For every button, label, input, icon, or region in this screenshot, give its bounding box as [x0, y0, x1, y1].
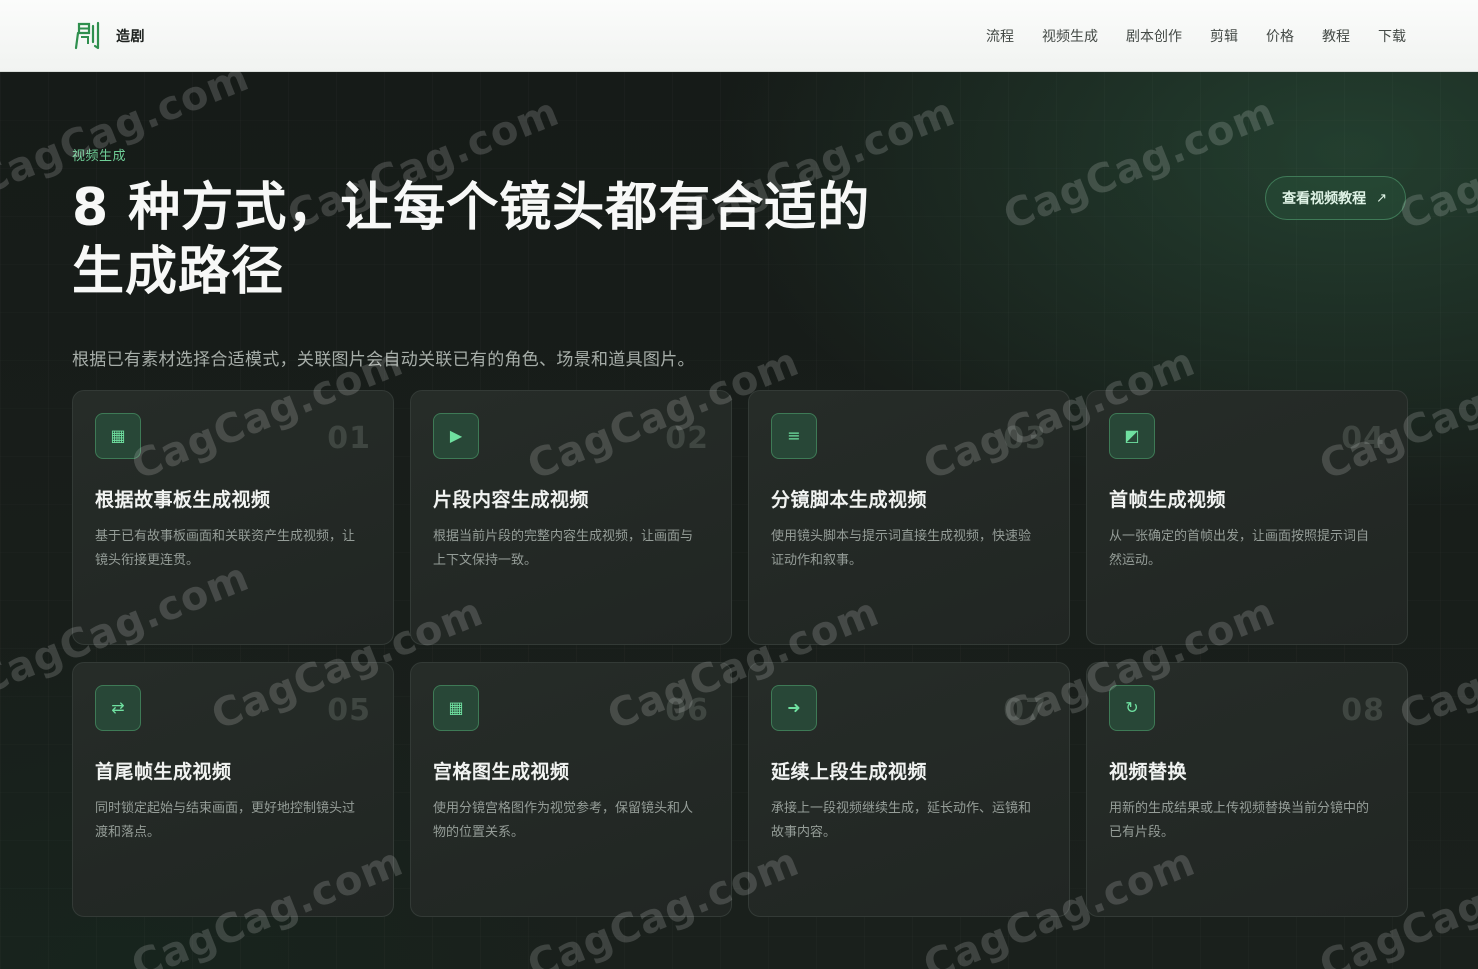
card-description: 用新的生成结果或上传视频替换当前分镜中的已有片段。 [1109, 801, 1370, 840]
play-icon: ▶ [433, 413, 479, 459]
card-number: 01 [327, 421, 371, 456]
arrow-up-right-icon: ↗ [1376, 190, 1387, 206]
card-title: 延续上段生成视频 [771, 761, 928, 783]
mode-card-first-frame[interactable]: ◩ 04 首帧生成视频 从一张确定的首帧出发，让画面按照提示词自然运动。 [1086, 390, 1408, 645]
mode-card-shot-script[interactable]: ≡ 03 分镜脚本生成视频 使用镜头脚本与提示词直接生成视频，快速验证动作和叙事… [748, 390, 1070, 645]
top-navbar: 造剧 流程 视频生成 剧本创作 剪辑 价格 教程 下载 [0, 0, 1478, 72]
card-number: 08 [1341, 693, 1385, 728]
nav-item-pricing[interactable]: 价格 [1266, 26, 1294, 46]
brand-name: 造剧 [116, 29, 145, 45]
first-frame-icon: ◩ [1109, 413, 1155, 459]
card-number: 02 [665, 421, 709, 456]
list-icon: ≡ [771, 413, 817, 459]
grid-icon: ▦ [433, 685, 479, 731]
card-title: 宫格图生成视频 [433, 761, 570, 783]
card-description: 从一张确定的首帧出发，让画面按照提示词自然运动。 [1109, 529, 1370, 568]
nav-item-video-generation[interactable]: 视频生成 [1042, 26, 1098, 46]
section-subtitle: 根据已有素材选择合适模式，关联图片会自动关联已有的角色、场景和道具图片。 [72, 350, 695, 370]
section-eyebrow: 视频生成 [72, 149, 127, 164]
card-description: 基于已有故事板画面和关联资产生成视频，让镜头衔接更连贯。 [95, 529, 356, 568]
card-title: 首帧生成视频 [1109, 489, 1227, 511]
card-title: 片段内容生成视频 [433, 489, 590, 511]
mode-card-first-last-frame[interactable]: ⇄ 05 首尾帧生成视频 同时锁定起始与结束画面，更好地控制镜头过渡和落点。 [72, 662, 394, 917]
storyboard-grid-icon: ▦ [95, 413, 141, 459]
card-description: 承接上一段视频继续生成，延长动作、运镜和故事内容。 [771, 801, 1032, 840]
refresh-icon: ↻ [1109, 685, 1155, 731]
card-number: 04 [1341, 421, 1385, 456]
view-tutorial-button[interactable]: 查看视频教程 ↗ [1265, 176, 1406, 220]
mode-card-segment-content[interactable]: ▶ 02 片段内容生成视频 根据当前片段的完整内容生成视频，让画面与上下文保持一… [410, 390, 732, 645]
card-description: 使用镜头脚本与提示词直接生成视频，快速验证动作和叙事。 [771, 529, 1032, 568]
nav-item-flow[interactable]: 流程 [986, 26, 1014, 46]
nav-item-script-writing[interactable]: 剧本创作 [1126, 26, 1182, 46]
nav-item-tutorial[interactable]: 教程 [1322, 26, 1350, 46]
mode-card-grid: ▦ 01 根据故事板生成视频 基于已有故事板画面和关联资产生成视频，让镜头衔接更… [72, 390, 1408, 917]
swap-arrows-icon: ⇄ [95, 685, 141, 731]
nav-item-download[interactable]: 下载 [1378, 26, 1406, 46]
mode-card-video-replace[interactable]: ↻ 08 视频替换 用新的生成结果或上传视频替换当前分镜中的已有片段。 [1086, 662, 1408, 917]
nav-links: 流程 视频生成 剧本创作 剪辑 价格 教程 下载 [986, 0, 1406, 72]
arrow-right-icon: ➜ [771, 685, 817, 731]
mode-card-continue-segment[interactable]: ➜ 07 延续上段生成视频 承接上一段视频继续生成，延长动作、运镜和故事内容。 [748, 662, 1070, 917]
card-title: 根据故事板生成视频 [95, 489, 271, 511]
card-title: 分镜脚本生成视频 [771, 489, 928, 511]
card-description: 根据当前片段的完整内容生成视频，让画面与上下文保持一致。 [433, 529, 694, 568]
view-tutorial-button-label: 查看视频教程 [1282, 191, 1367, 207]
card-description: 同时锁定起始与结束画面，更好地控制镜头过渡和落点。 [95, 801, 356, 840]
nav-item-editing[interactable]: 剪辑 [1210, 26, 1238, 46]
card-number: 03 [1003, 421, 1047, 456]
card-number: 06 [665, 693, 709, 728]
card-title: 视频替换 [1109, 761, 1188, 783]
card-number: 07 [1003, 693, 1047, 728]
video-generation-section: 视频生成 8 种方式，让每个镜头都有合适的 生成路径 根据已有素材选择合适模式，… [0, 72, 1478, 969]
brand-logo-icon [74, 21, 100, 50]
section-headline: 8 种方式，让每个镜头都有合适的 生成路径 [72, 176, 952, 304]
card-title: 首尾帧生成视频 [95, 761, 232, 783]
brand-home-link[interactable]: 造剧 [74, 20, 145, 52]
headline-line-2: 生成路径 [72, 242, 285, 302]
card-description: 使用分镜宫格图作为视觉参考，保留镜头和人物的位置关系。 [433, 801, 694, 840]
card-number: 05 [327, 693, 371, 728]
headline-line-1: 8 种方式，让每个镜头都有合适的 [72, 178, 871, 238]
mode-card-grid-image[interactable]: ▦ 06 宫格图生成视频 使用分镜宫格图作为视觉参考，保留镜头和人物的位置关系。 [410, 662, 732, 917]
mode-card-storyboard[interactable]: ▦ 01 根据故事板生成视频 基于已有故事板画面和关联资产生成视频，让镜头衔接更… [72, 390, 394, 645]
